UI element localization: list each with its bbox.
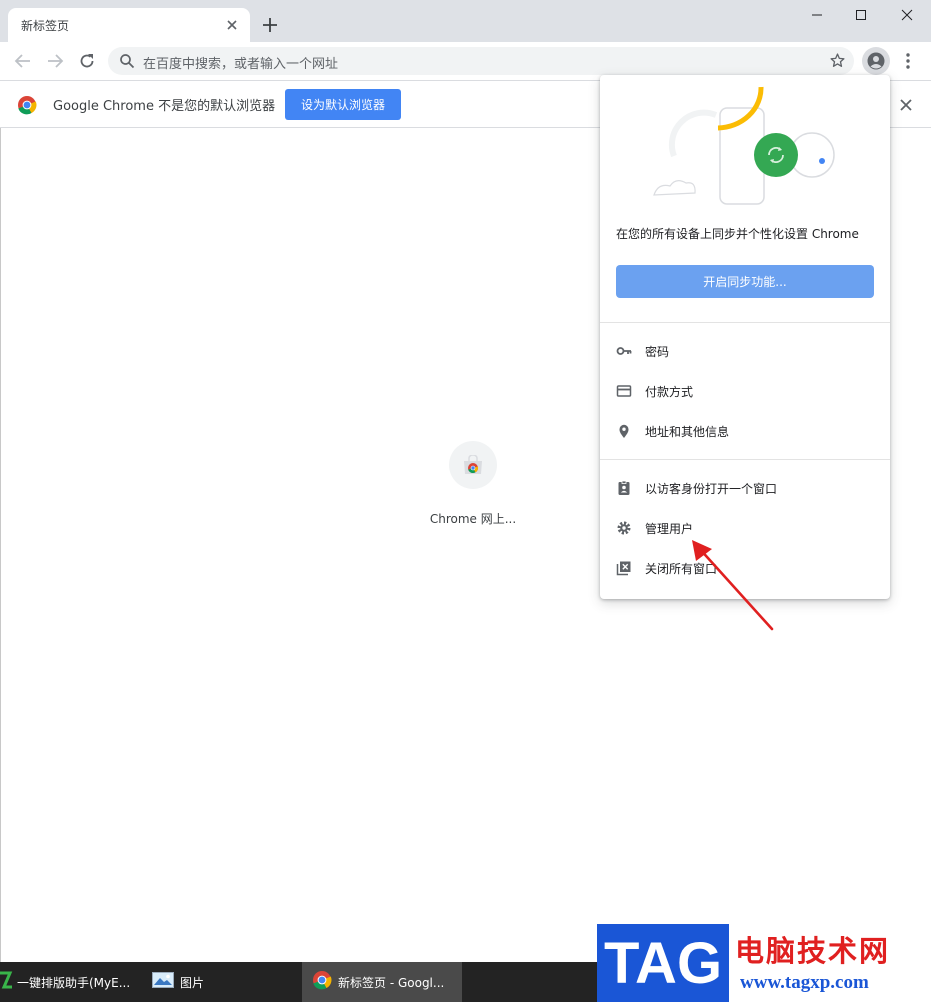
tab-strip: 新标签页 <box>0 0 931 42</box>
profile-avatar-icon[interactable] <box>862 47 890 75</box>
sync-description: 在您的所有设备上同步并个性化设置 Chrome <box>616 227 859 241</box>
tab-new-tab[interactable]: 新标签页 <box>8 8 250 42</box>
watermark-site-name: 电脑技术网 <box>735 934 891 968</box>
shortcut-tile-webstore[interactable]: Chrome 网上... <box>417 438 529 528</box>
new-tab-plus-icon[interactable] <box>260 15 280 35</box>
taskbar-item-label: 新标签页 - Googl... <box>338 975 445 990</box>
myeditor-app-icon <box>0 971 14 993</box>
reload-icon[interactable] <box>76 50 98 72</box>
menu-item-passwords[interactable]: 密码 <box>600 333 890 369</box>
menu-item-addresses[interactable]: 地址和其他信息 <box>600 413 890 449</box>
taskbar-item-label: 图片 <box>180 975 205 990</box>
omnibox[interactable]: 在百度中搜索，或者输入一个网址 <box>108 47 854 75</box>
watermark-logo: TAG <box>597 924 729 1002</box>
bookmark-star-icon[interactable] <box>829 52 846 73</box>
menu-item-label: 地址和其他信息 <box>645 425 730 439</box>
menu-item-label: 付款方式 <box>645 385 694 399</box>
key-icon <box>616 343 632 359</box>
watermark-url: www.tagxp.com <box>740 972 869 993</box>
menu-item-payment-methods[interactable]: 付款方式 <box>600 373 890 409</box>
menu-divider <box>600 459 890 460</box>
menu-divider <box>600 322 890 323</box>
omnibox-placeholder: 在百度中搜索，或者输入一个网址 <box>143 57 339 72</box>
menu-item-label: 密码 <box>645 345 670 359</box>
close-windows-icon <box>616 560 632 576</box>
tab-close-icon[interactable] <box>224 17 240 33</box>
taskbar-item-label: 一键排版助手(MyE... <box>17 975 131 990</box>
minimize-icon[interactable] <box>794 0 840 30</box>
taskbar-item-chrome[interactable]: 新标签页 - Googl... <box>302 962 462 1002</box>
menu-item-guest-window[interactable]: 以访客身份打开一个窗口 <box>600 470 890 506</box>
gear-icon <box>616 520 632 536</box>
taskbar-item-myeditor[interactable]: 一键排版助手(MyE... <box>0 962 138 1002</box>
back-arrow-icon[interactable] <box>12 50 34 72</box>
more-menu-icon[interactable] <box>900 51 916 71</box>
forward-arrow-icon[interactable] <box>44 50 66 72</box>
chrome-logo-icon <box>17 95 37 115</box>
location-pin-icon <box>616 423 632 439</box>
window-close-icon[interactable] <box>884 0 930 30</box>
sync-illustration <box>653 86 835 205</box>
infobar-message: Google Chrome 不是您的默认浏览器 <box>53 99 276 114</box>
search-icon <box>119 53 135 73</box>
annotation-arrow <box>692 540 774 631</box>
taskbar-item-photos[interactable]: 图片 <box>146 962 298 1002</box>
infobar-close-icon[interactable] <box>898 97 914 113</box>
shortcut-tile-label: Chrome 网上... <box>429 512 517 526</box>
photos-app-icon <box>152 972 174 992</box>
guest-badge-icon <box>616 480 632 496</box>
credit-card-icon <box>616 383 632 399</box>
webstore-icon <box>449 441 497 489</box>
tab-title: 新标签页 <box>21 19 70 33</box>
set-default-browser-button[interactable]: 设为默认浏览器 <box>285 89 401 120</box>
turn-on-sync-button[interactable]: 开启同步功能... <box>616 265 874 298</box>
profile-menu-popup: 在您的所有设备上同步并个性化设置 Chrome 开启同步功能... 密码 付款方… <box>600 75 890 599</box>
maximize-icon[interactable] <box>838 0 884 30</box>
site-watermark: TAG 电脑技术网 www.tagxp.com <box>597 924 931 1002</box>
menu-item-label: 以访客身份打开一个窗口 <box>645 482 778 496</box>
chrome-icon <box>312 970 332 994</box>
